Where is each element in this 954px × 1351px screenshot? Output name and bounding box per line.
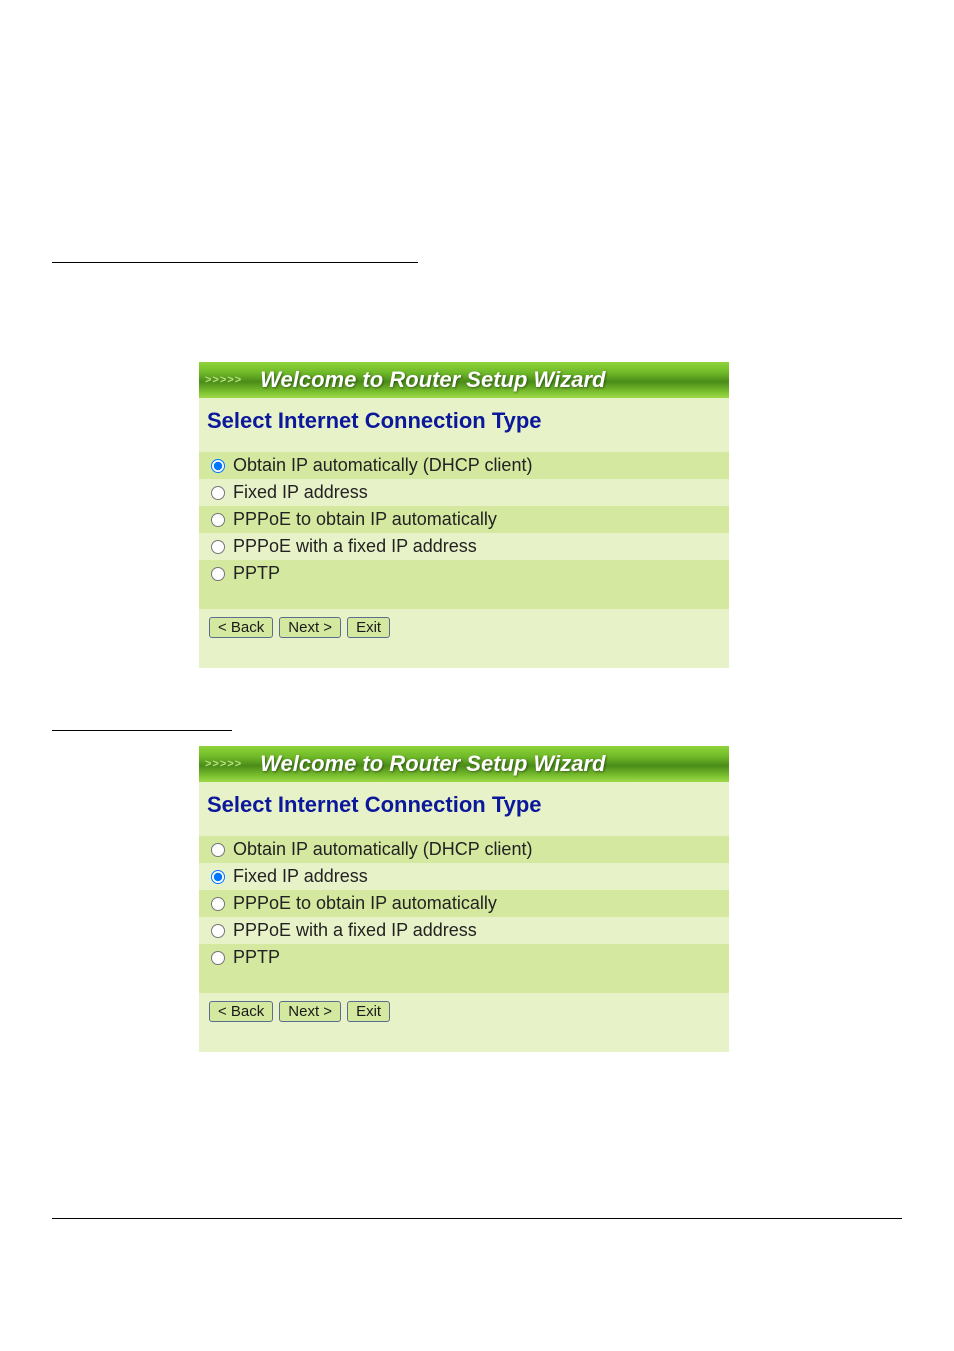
section-underline-top xyxy=(52,262,418,263)
exit-button[interactable]: Exit xyxy=(347,1001,390,1022)
option-label-pppoe-auto: PPPoE to obtain IP automatically xyxy=(233,509,497,530)
radio-pppoe-fixed[interactable] xyxy=(211,540,225,554)
option-label-pptp: PPTP xyxy=(233,563,280,584)
option-label-fixed-ip: Fixed IP address xyxy=(233,866,368,887)
option-pppoe-auto[interactable]: PPPoE to obtain IP automatically xyxy=(199,890,729,917)
button-row: < Back Next > Exit xyxy=(199,609,729,668)
panel-heading: Select Internet Connection Type xyxy=(199,782,729,836)
next-button[interactable]: Next > xyxy=(279,617,341,638)
option-pppoe-fixed[interactable]: PPPoE with a fixed IP address xyxy=(199,533,729,560)
wizard-header: >>>>> Welcome to Router Setup Wizard xyxy=(199,362,729,398)
option-dhcp[interactable]: Obtain IP automatically (DHCP client) xyxy=(199,452,729,479)
section-underline-middle xyxy=(52,730,232,731)
spacer-row xyxy=(199,587,729,609)
option-label-dhcp: Obtain IP automatically (DHCP client) xyxy=(233,839,532,860)
button-row: < Back Next > Exit xyxy=(199,993,729,1052)
radio-dhcp[interactable] xyxy=(211,843,225,857)
option-label-pptp: PPTP xyxy=(233,947,280,968)
wizard-header: >>>>> Welcome to Router Setup Wizard xyxy=(199,746,729,782)
option-pptp[interactable]: PPTP xyxy=(199,944,729,971)
chevrons-icon: >>>>> xyxy=(205,758,242,770)
radio-pptp[interactable] xyxy=(211,951,225,965)
option-label-pppoe-auto: PPPoE to obtain IP automatically xyxy=(233,893,497,914)
option-pppoe-fixed[interactable]: PPPoE with a fixed IP address xyxy=(199,917,729,944)
option-label-fixed-ip: Fixed IP address xyxy=(233,482,368,503)
exit-button[interactable]: Exit xyxy=(347,617,390,638)
option-pptp[interactable]: PPTP xyxy=(199,560,729,587)
wizard-title: Welcome to Router Setup Wizard xyxy=(260,751,605,777)
option-label-dhcp: Obtain IP automatically (DHCP client) xyxy=(233,455,532,476)
wizard-panel-dhcp: >>>>> Welcome to Router Setup Wizard Sel… xyxy=(199,362,729,668)
option-fixed-ip[interactable]: Fixed IP address xyxy=(199,479,729,506)
wizard-title: Welcome to Router Setup Wizard xyxy=(260,367,605,393)
spacer-row xyxy=(199,971,729,993)
next-button[interactable]: Next > xyxy=(279,1001,341,1022)
wizard-panel-fixed: >>>>> Welcome to Router Setup Wizard Sel… xyxy=(199,746,729,1052)
footer-rule xyxy=(52,1218,902,1219)
back-button[interactable]: < Back xyxy=(209,617,273,638)
radio-pptp[interactable] xyxy=(211,567,225,581)
option-label-pppoe-fixed: PPPoE with a fixed IP address xyxy=(233,536,477,557)
back-button[interactable]: < Back xyxy=(209,1001,273,1022)
radio-pppoe-auto[interactable] xyxy=(211,897,225,911)
option-label-pppoe-fixed: PPPoE with a fixed IP address xyxy=(233,920,477,941)
option-dhcp[interactable]: Obtain IP automatically (DHCP client) xyxy=(199,836,729,863)
radio-fixed-ip[interactable] xyxy=(211,486,225,500)
chevrons-icon: >>>>> xyxy=(205,374,242,386)
radio-pppoe-auto[interactable] xyxy=(211,513,225,527)
radio-dhcp[interactable] xyxy=(211,459,225,473)
option-fixed-ip[interactable]: Fixed IP address xyxy=(199,863,729,890)
option-pppoe-auto[interactable]: PPPoE to obtain IP automatically xyxy=(199,506,729,533)
radio-fixed-ip[interactable] xyxy=(211,870,225,884)
panel-heading: Select Internet Connection Type xyxy=(199,398,729,452)
radio-pppoe-fixed[interactable] xyxy=(211,924,225,938)
